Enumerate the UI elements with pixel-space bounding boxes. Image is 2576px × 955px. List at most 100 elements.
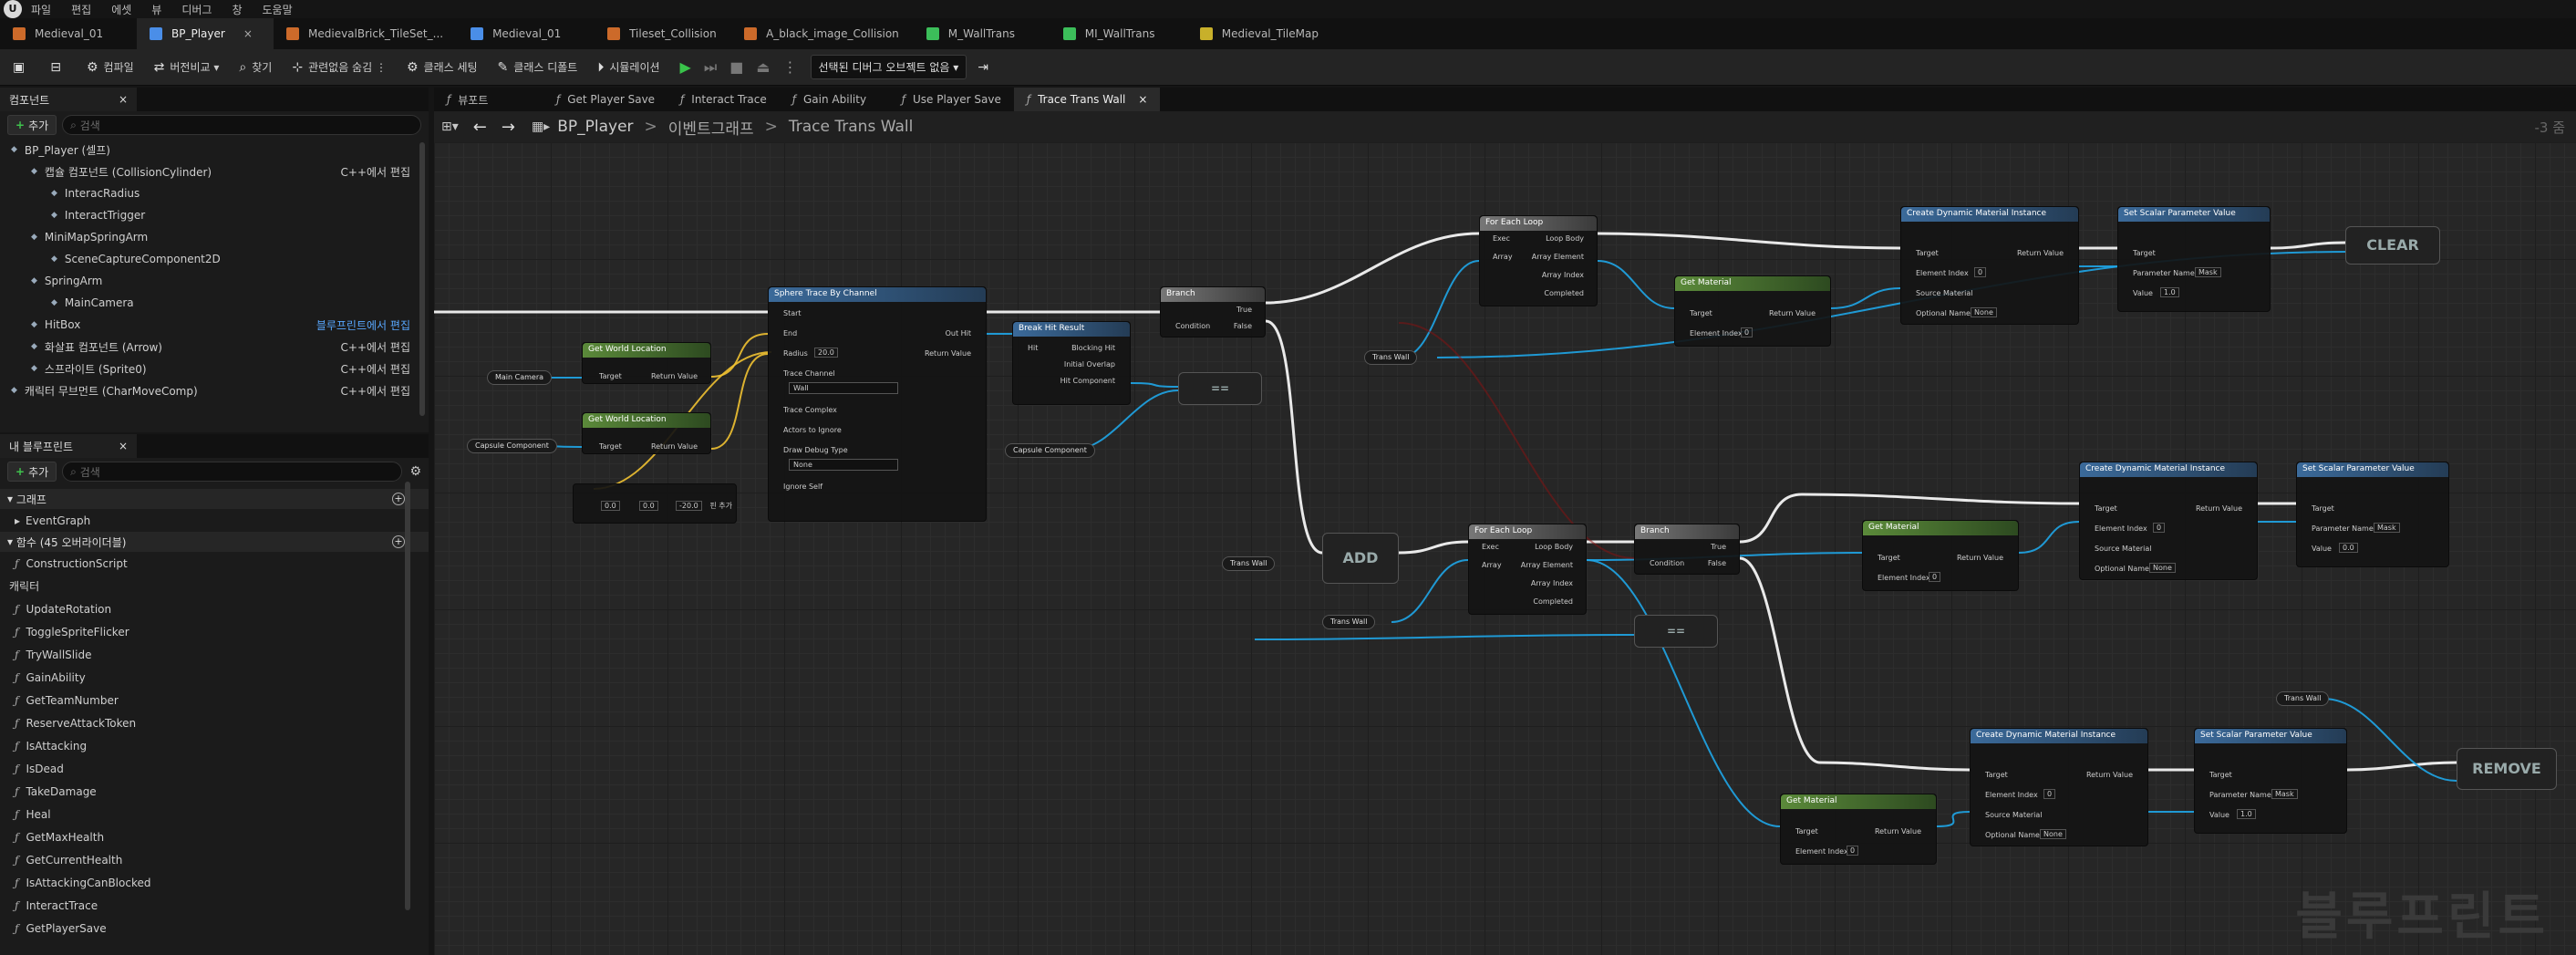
add-function-icon[interactable]: + xyxy=(392,535,405,548)
component-item[interactable]: ◆ BP_Player (셀프) xyxy=(0,139,429,161)
function-item[interactable]: ƒ TakeDamage xyxy=(0,780,429,803)
return-pin[interactable]: Return Value xyxy=(2086,771,2133,779)
doc-tab[interactable]: MedievalBrick_TileSet_... xyxy=(274,18,458,49)
value-field[interactable]: 0.0 xyxy=(2339,543,2358,553)
target-pin[interactable]: Target xyxy=(2095,504,2117,513)
element-index-pin[interactable]: Element Index xyxy=(2095,524,2147,533)
components-tab[interactable]: 컴포넌트 × xyxy=(0,88,137,111)
clear-node[interactable]: CLEAR xyxy=(2345,226,2440,265)
initial-overlap-pin[interactable]: Initial Overlap xyxy=(1064,360,1115,369)
doc-tab[interactable]: BP_Player × xyxy=(137,18,274,49)
array-element-pin[interactable]: Array Element xyxy=(1521,561,1573,569)
graph-tab[interactable]: ƒ Interact Trace xyxy=(667,88,780,111)
target-pin[interactable]: Target xyxy=(599,372,622,380)
for-each-loop-node[interactable]: For Each Loop Exec Array Loop Body Array… xyxy=(1479,215,1598,306)
element-index-field[interactable]: 0 xyxy=(1847,846,1859,856)
branch-node[interactable]: Branch Condition True False xyxy=(1160,286,1266,337)
function-item[interactable]: ƒ UpdateRotation xyxy=(0,597,429,620)
diff-button[interactable]: ⇄ 버전비교 ▾ xyxy=(154,59,220,75)
return-pin[interactable]: Return Value xyxy=(651,372,698,380)
graph-options-icon[interactable]: ⊞▾ xyxy=(441,119,459,134)
parameter-name-pin[interactable]: Parameter Name xyxy=(2133,269,2195,277)
parameter-name-pin[interactable]: Parameter Name xyxy=(2209,791,2271,799)
function-item[interactable]: ƒ GetTeamNumber xyxy=(0,689,429,711)
wire-exec[interactable] xyxy=(2270,241,2346,250)
branch-node[interactable]: Branch Condition True False xyxy=(1634,524,1740,575)
menu-file[interactable]: 파일 xyxy=(31,2,51,17)
element-index-field[interactable]: 0 xyxy=(2043,789,2056,799)
function-item[interactable]: ƒ ReserveAttackToken xyxy=(0,711,429,734)
component-item[interactable]: ◆ 캐릭터 무브먼트 (CharMoveComp) C++에서 편집 xyxy=(0,379,429,401)
hit-pin[interactable]: Hit xyxy=(1028,344,1038,352)
find-button[interactable]: ⌕ 찾기 xyxy=(239,59,272,75)
breadcrumb-graph[interactable]: 이벤트그래프 xyxy=(668,116,754,139)
blocking-hit-pin[interactable]: Blocking Hit xyxy=(1071,344,1115,352)
function-item[interactable]: ƒ IsAttacking xyxy=(0,734,429,757)
trace-complex-pin[interactable]: Trace Complex xyxy=(783,406,837,414)
debug-object-select[interactable]: 선택된 디버그 오브젝트 없음 ▾ xyxy=(810,55,967,79)
wire-exec[interactable] xyxy=(1739,556,1821,764)
capsule-component-var[interactable]: Capsule Component xyxy=(1005,443,1095,458)
add-pin-button[interactable]: 핀 추가 xyxy=(709,501,732,511)
optional-name-pin[interactable]: Optional Name xyxy=(2095,565,2149,573)
source-material-pin[interactable]: Source Material xyxy=(2095,545,2152,553)
y-field[interactable]: 0.0 xyxy=(639,501,658,511)
array-pin[interactable]: Array xyxy=(1493,253,1513,261)
compile-button[interactable]: ⚙ 컴파일 xyxy=(87,59,134,75)
parameter-name-pin[interactable]: Parameter Name xyxy=(2312,524,2374,533)
ignore-self-pin[interactable]: Ignore Self xyxy=(783,483,822,491)
break-hit-result-node[interactable]: Break Hit Result Hit Blocking Hit Initia… xyxy=(1012,321,1131,405)
close-icon[interactable]: × xyxy=(119,93,128,106)
true-pin[interactable]: True xyxy=(1711,543,1726,551)
array-index-pin[interactable]: Array Index xyxy=(1542,271,1584,279)
exec-pin[interactable]: Exec xyxy=(1482,543,1499,551)
unreal-logo-icon[interactable]: U xyxy=(4,0,22,18)
true-pin[interactable]: True xyxy=(1236,306,1252,314)
event-graph-item[interactable]: ▸ EventGraph xyxy=(0,509,429,532)
function-item[interactable]: ƒ GetPlayerSave xyxy=(0,917,429,939)
out-hit-pin[interactable]: Out Hit xyxy=(946,329,971,337)
return-value-pin[interactable]: Return Value xyxy=(925,349,971,358)
wire-exec[interactable] xyxy=(2346,761,2457,772)
doc-tab[interactable]: M_WallTrans xyxy=(914,18,1050,49)
element-index-field[interactable]: 0 xyxy=(1929,572,1941,582)
element-index-field[interactable]: 0 xyxy=(2153,523,2166,533)
loop-body-pin[interactable]: Loop Body xyxy=(1546,234,1584,243)
wire-exec[interactable] xyxy=(1739,493,1803,544)
return-pin[interactable]: Return Value xyxy=(2196,504,2242,513)
component-item[interactable]: ◆ MainCamera xyxy=(0,292,429,314)
myblueprint-search-input[interactable]: ⌕ 검색 xyxy=(62,462,403,482)
trans-wall-var[interactable]: Trans Wall xyxy=(1322,615,1376,629)
components-search-input[interactable]: ⌕ 검색 xyxy=(62,115,421,135)
set-scalar-parameter-node[interactable]: Set Scalar Parameter Value Target Parame… xyxy=(2117,206,2271,312)
menu-view[interactable]: 뷰 xyxy=(151,2,161,17)
element-index-pin[interactable]: Element Index xyxy=(1795,847,1848,856)
function-item[interactable]: ƒ GetMaxHealth xyxy=(0,825,429,848)
create-dynamic-material-node[interactable]: Create Dynamic Material Instance Target … xyxy=(1900,206,2079,325)
wire-vector[interactable] xyxy=(710,353,769,450)
value-pin[interactable]: Value xyxy=(2209,811,2229,819)
sphere-trace-node[interactable]: Sphere Trace By Channel Start End Radius… xyxy=(768,286,987,522)
wire-exec[interactable] xyxy=(1819,761,1971,772)
element-index-field[interactable]: 0 xyxy=(1741,327,1754,337)
menu-debug[interactable]: 디버그 xyxy=(181,2,212,17)
menu-asset[interactable]: 에셋 xyxy=(111,2,131,17)
category-header[interactable]: 캐릭터 xyxy=(0,575,429,597)
functions-section[interactable]: ▾ 함수 (45 오버라이더블) + xyxy=(0,532,429,552)
condition-pin[interactable]: Condition xyxy=(1650,559,1684,567)
hide-unrelated-button[interactable]: ⊹ 관련없음 숨김 ⋮ xyxy=(292,59,387,75)
function-item[interactable]: ƒ IsDead xyxy=(0,757,429,780)
condition-pin[interactable]: Condition xyxy=(1175,322,1210,330)
value-field[interactable]: 1.0 xyxy=(2237,809,2256,819)
blueprint-graph-canvas[interactable]: Sphere Trace By Channel Start End Radius… xyxy=(434,142,2576,955)
capsule-component-var[interactable]: Capsule Component xyxy=(467,439,557,453)
graph-tab[interactable]: ƒ Get Player Save xyxy=(543,88,667,111)
wire-exec[interactable] xyxy=(1597,232,1901,250)
value-pin[interactable]: Value xyxy=(2312,545,2332,553)
remove-node[interactable]: REMOVE xyxy=(2457,748,2557,790)
trans-wall-var[interactable]: Trans Wall xyxy=(1364,350,1418,365)
doc-tab[interactable]: Tileset_Collision xyxy=(595,18,731,49)
components-scrollbar[interactable] xyxy=(419,142,425,416)
source-material-pin[interactable]: Source Material xyxy=(1985,811,2043,819)
trace-channel-select[interactable]: Wall xyxy=(789,382,898,394)
